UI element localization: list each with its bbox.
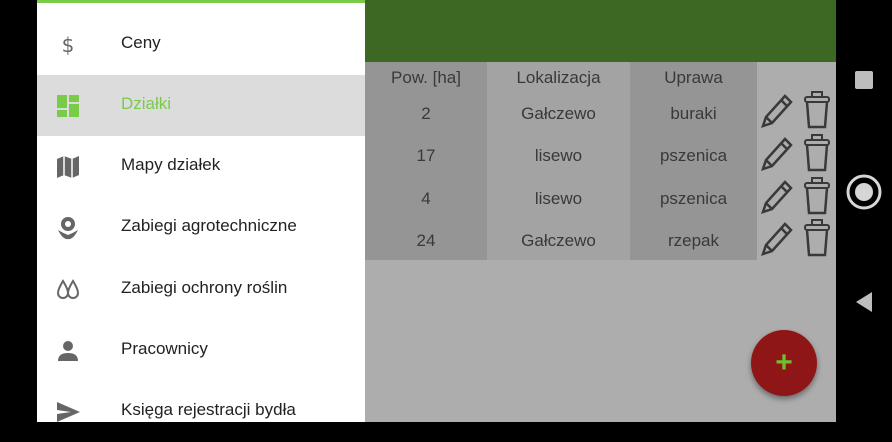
drawer-item-label: Działki	[121, 94, 172, 113]
drawer-item-label: Mapy działek	[121, 155, 221, 174]
drawer-item-ceny[interactable]: $ Ceny	[37, 14, 365, 75]
drawer-item-pracownicy[interactable]: Pracownicy	[37, 320, 365, 381]
drawer-item-label: Ceny	[121, 33, 161, 52]
drawer-item-label: Zabiegi ochrony roślin	[121, 278, 288, 297]
drawer-item-dzialki[interactable]: Działki	[37, 75, 365, 136]
home-icon[interactable]	[836, 173, 892, 216]
drawer-accent-line	[37, 0, 365, 3]
drawer-item-zabiegi-agro[interactable]: Zabiegi agrotechniczne	[37, 197, 365, 258]
drawer-item-label: Zabiegi agrotechniczne	[121, 216, 297, 235]
add-button[interactable]: +	[751, 330, 817, 396]
recent-apps-icon[interactable]	[836, 70, 892, 95]
system-nav-bar	[836, 0, 892, 422]
back-icon[interactable]	[836, 291, 892, 318]
dollar-icon: $	[62, 33, 75, 57]
drops-icon	[56, 279, 80, 299]
flower-icon	[58, 217, 78, 240]
person-icon	[58, 341, 78, 361]
drawer-item-zabiegi-ochrony[interactable]: Zabiegi ochrony roślin	[37, 259, 365, 320]
navigation-drawer: $ Ceny Działki Mapy działek Zabiegi agro…	[37, 0, 365, 422]
dashboard-icon	[57, 95, 79, 117]
send-icon	[57, 402, 80, 422]
svg-text:$: $	[62, 33, 75, 57]
map-icon	[57, 156, 79, 178]
drawer-item-label: Pracownicy	[121, 339, 208, 358]
drawer-item-label: Księga rejestracji bydła	[121, 400, 296, 419]
screen-edge	[0, 0, 37, 422]
drawer-item-mapy[interactable]: Mapy działek	[37, 136, 365, 197]
drawer-item-ksiega[interactable]: Księga rejestracji bydła	[37, 381, 365, 442]
